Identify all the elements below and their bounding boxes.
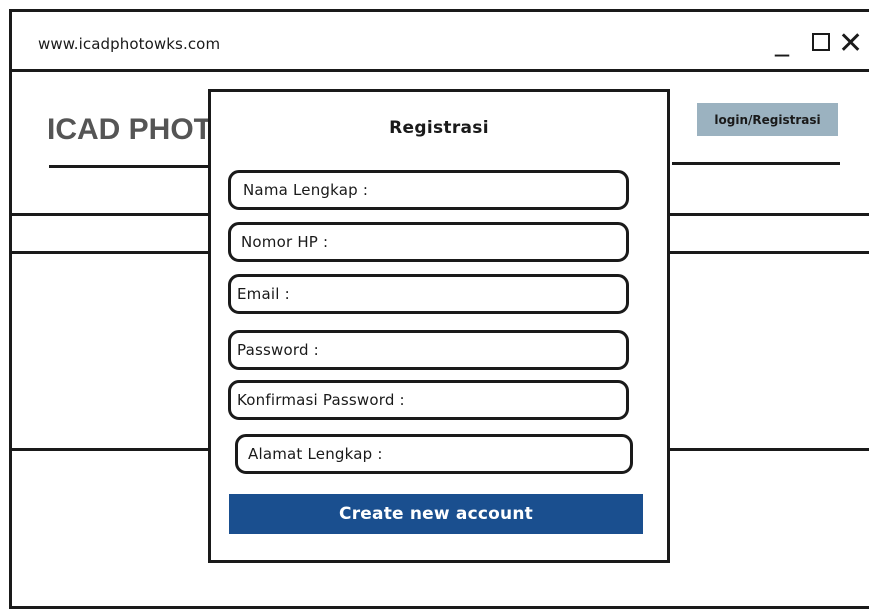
konfirmasi-password-field[interactable]: Konfirmasi Password :: [228, 380, 629, 420]
nomor-hp-field[interactable]: Nomor HP :: [228, 222, 629, 262]
close-icon[interactable]: ✕: [838, 27, 863, 61]
password-field[interactable]: Password :: [228, 330, 629, 370]
alamat-lengkap-field[interactable]: Alamat Lengkap :: [235, 434, 633, 474]
header-underline: [672, 162, 840, 165]
modal-title: Registrasi: [389, 118, 489, 138]
nama-lengkap-field[interactable]: Nama Lengkap :: [228, 170, 629, 210]
url-text: www.icadphotowks.com: [38, 35, 221, 53]
site-logo: ICAD PHOTO: [47, 113, 212, 146]
create-account-button[interactable]: Create new account: [229, 494, 643, 534]
minimize-icon[interactable]: _: [775, 24, 789, 58]
logo-underline: [49, 165, 212, 168]
maximize-icon[interactable]: [812, 33, 830, 51]
titlebar-divider: [9, 69, 869, 72]
registration-modal: Registrasi Nama Lengkap : Nomor HP : Ema…: [208, 89, 670, 563]
login-registrasi-button[interactable]: login/Registrasi: [697, 103, 838, 136]
email-field[interactable]: Email :: [228, 274, 629, 314]
